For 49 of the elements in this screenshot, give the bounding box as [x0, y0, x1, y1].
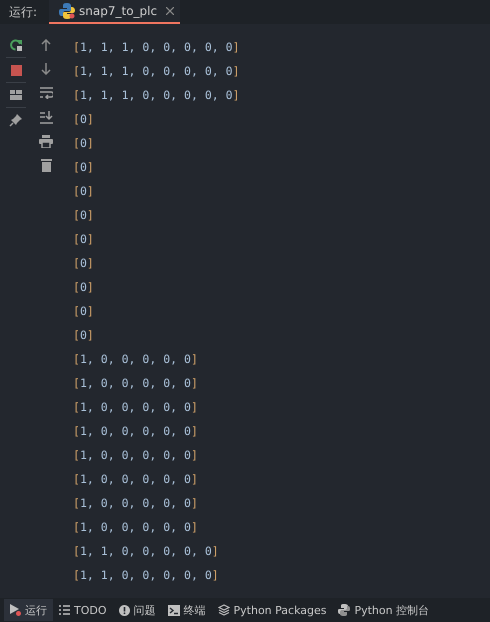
output-line: [1, 0, 0, 0, 0, 0] [73, 471, 198, 488]
output-line: [1, 0, 0, 0, 0, 0] [73, 399, 198, 416]
terminal-icon [168, 604, 180, 616]
panel-label: 运行: [9, 4, 38, 20]
output-line: [0] [73, 135, 94, 152]
scroll-to-end-icon[interactable] [40, 110, 52, 124]
python-icon [59, 3, 76, 19]
output-line: [1, 1, 1, 0, 0, 0, 0, 0] [73, 39, 240, 56]
pin-icon[interactable] [9, 113, 23, 127]
output-line: [0] [73, 279, 94, 296]
down-arrow-icon[interactable] [41, 63, 51, 75]
output-line: [0] [73, 159, 94, 176]
exclamation-icon [118, 604, 130, 616]
output-line: [0] [73, 183, 94, 200]
output-line: [1, 0, 0, 0, 0, 0] [73, 495, 198, 512]
output-line: [1, 1, 1, 0, 0, 0, 0, 0] [73, 63, 240, 80]
output-line: [0] [73, 255, 94, 272]
run-tab[interactable]: snap7_to_plc [49, 0, 180, 24]
print-icon[interactable] [39, 134, 53, 148]
layout-icon[interactable] [10, 90, 22, 100]
output-line: [0] [73, 327, 94, 344]
python-icon [338, 604, 350, 616]
tool-window-tab[interactable]: 终端 [162, 599, 212, 621]
layers-icon [218, 604, 230, 616]
output-line: [0] [73, 303, 94, 320]
tool-window-tab[interactable]: TODO [53, 599, 113, 621]
output-line: [1, 0, 0, 0, 0, 0] [73, 519, 198, 536]
stop-icon[interactable] [10, 64, 22, 76]
soft-wrap-icon[interactable] [40, 87, 52, 99]
trash-icon[interactable] [40, 158, 52, 172]
output-line: [1, 0, 0, 0, 0, 0] [73, 351, 198, 368]
rerun-icon[interactable] [9, 38, 23, 52]
output-line: [1, 1, 0, 0, 0, 0, 0] [73, 567, 219, 584]
output-line: [1, 1, 0, 0, 0, 0, 0] [73, 543, 219, 560]
close-icon[interactable] [166, 7, 174, 15]
tool-window-tab[interactable]: 问题 [112, 599, 162, 621]
tool-window-tab[interactable]: 运行 [4, 599, 53, 621]
tool-window-tab[interactable]: Python 控制台 [332, 599, 436, 621]
output-line: [0] [73, 111, 94, 128]
list-icon [59, 605, 70, 615]
tool-window-tab[interactable]: Python Packages [212, 599, 332, 621]
output-line: [0] [73, 231, 94, 248]
up-arrow-icon[interactable] [41, 39, 51, 51]
run-icon [10, 604, 21, 616]
output-line: [1, 1, 1, 0, 0, 0, 0, 0] [73, 87, 240, 104]
output-line: [0] [73, 207, 94, 224]
output-line: [1, 0, 0, 0, 0, 0] [73, 423, 198, 440]
output-line: [1, 0, 0, 0, 0, 0] [73, 447, 198, 464]
output-line: [1, 0, 0, 0, 0, 0] [73, 375, 198, 392]
